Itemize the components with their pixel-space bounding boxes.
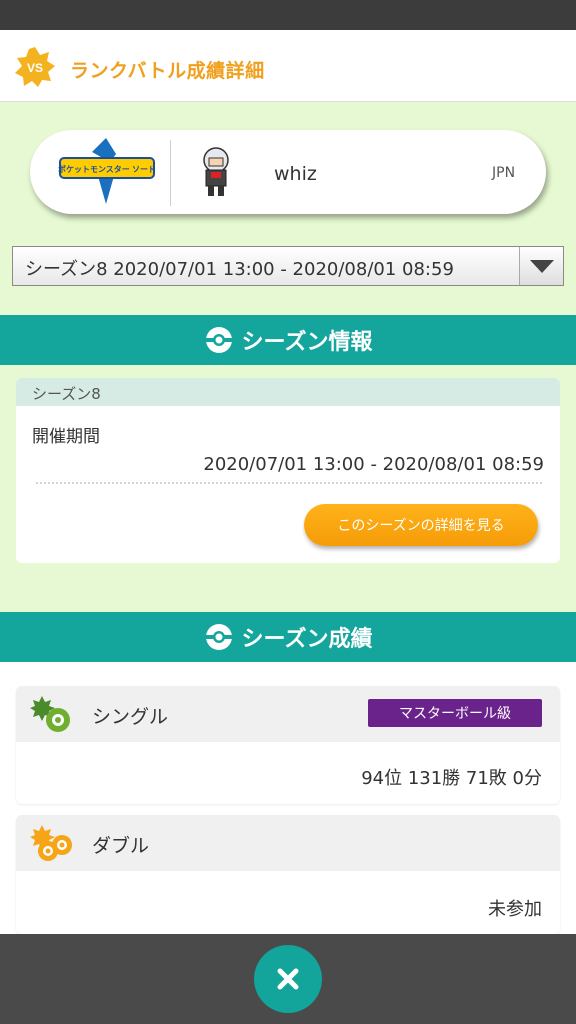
season-details-button[interactable]: このシーズンの詳細を見る bbox=[304, 504, 538, 546]
season-select[interactable]: シーズン8 2020/07/01 13:00 - 2020/08/01 08:5… bbox=[12, 246, 564, 286]
double-record-header: ダブル bbox=[16, 815, 560, 871]
single-record-card: シングル マスターボール級 94位 131勝 71敗 0分 bbox=[16, 686, 560, 804]
double-label: ダブル bbox=[92, 835, 150, 857]
player-region: JPN bbox=[492, 165, 516, 181]
season-info-title: シーズン情報 bbox=[241, 330, 373, 355]
vs-badge-label: VS bbox=[27, 61, 43, 75]
double-result: 未参加 bbox=[488, 899, 542, 920]
trainer-avatar bbox=[203, 147, 229, 196]
battle-ball-icon bbox=[205, 327, 232, 353]
status-bar bbox=[0, 0, 576, 30]
close-icon bbox=[277, 968, 299, 990]
game-logo-label: ポケットモンスター ソード bbox=[58, 164, 156, 174]
season-name: シーズン8 bbox=[32, 385, 101, 403]
season-results-banner: シーズン成績 bbox=[0, 612, 576, 662]
game-logo: ポケットモンスター ソード bbox=[58, 138, 156, 204]
single-label: シングル bbox=[92, 706, 169, 728]
double-record-card: ダブル 未参加 bbox=[16, 815, 560, 934]
rank-class-label: マスターボール級 bbox=[399, 706, 511, 722]
dotted-divider bbox=[36, 482, 542, 484]
period-label: 開催期間 bbox=[32, 427, 100, 447]
dropdown-arrow-icon bbox=[530, 260, 554, 273]
page-title: ランクバトル成績詳細 bbox=[70, 60, 265, 82]
close-button[interactable] bbox=[254, 945, 322, 1013]
season-results-title: シーズン成績 bbox=[241, 627, 373, 652]
double-battle-icon bbox=[30, 825, 72, 861]
season-details-button-label: このシーズンの詳細を見る bbox=[337, 518, 505, 534]
single-result: 94位 131勝 71敗 0分 bbox=[361, 768, 542, 789]
player-name: whiz bbox=[274, 163, 317, 185]
battle-ball-icon bbox=[205, 624, 232, 650]
season-select-value: シーズン8 2020/07/01 13:00 - 2020/08/01 08:5… bbox=[25, 259, 454, 280]
single-record-header: シングル マスターボール級 bbox=[16, 686, 560, 742]
vs-badge-icon: VS bbox=[15, 47, 55, 87]
period-value: 2020/07/01 13:00 - 2020/08/01 08:59 bbox=[203, 454, 544, 475]
season-select-toggle[interactable] bbox=[519, 247, 563, 285]
season-info-card-header: シーズン8 bbox=[16, 378, 560, 406]
profile-divider bbox=[170, 140, 171, 206]
season-info-banner: シーズン情報 bbox=[0, 315, 576, 365]
season-info-card: シーズン8 開催期間 2020/07/01 13:00 - 2020/08/01… bbox=[16, 378, 560, 563]
rank-class-badge: マスターボール級 bbox=[368, 699, 542, 727]
single-battle-icon bbox=[30, 696, 70, 732]
